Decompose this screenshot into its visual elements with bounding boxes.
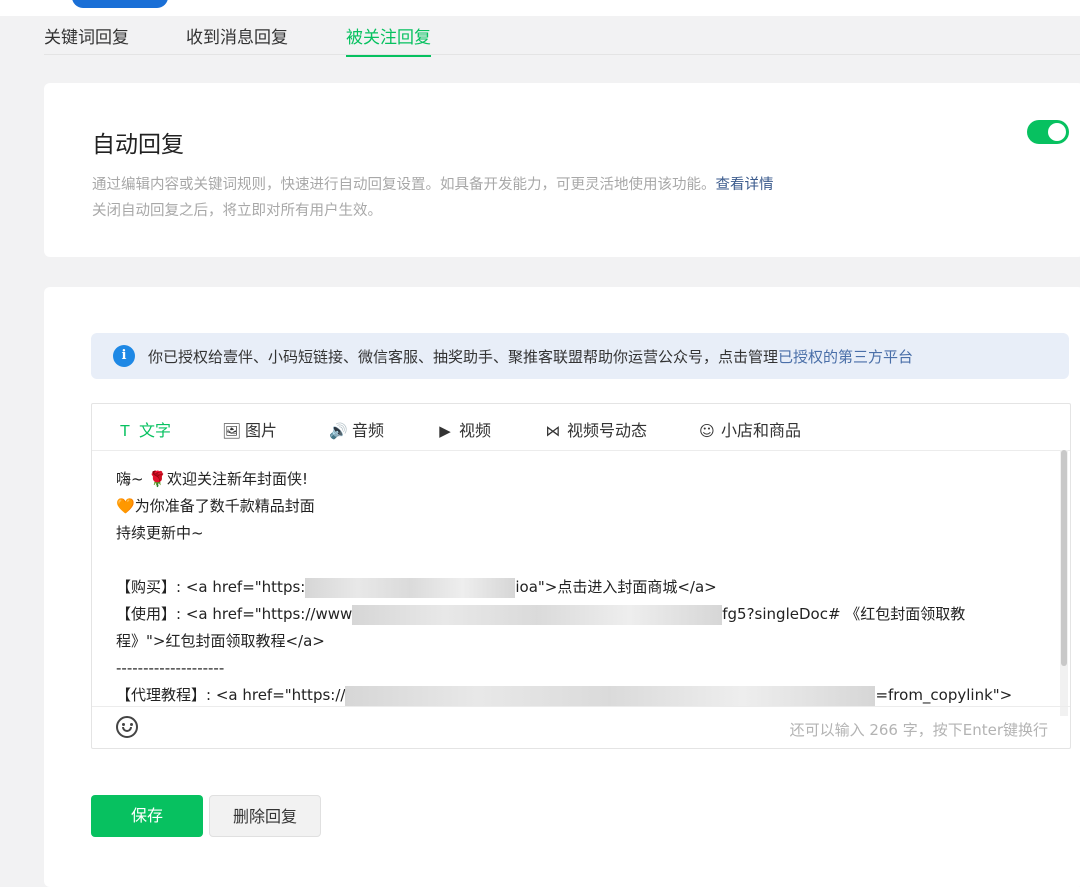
third-party-platform-link[interactable]: 已授权的第三方平台	[778, 348, 913, 366]
info-icon: i	[113, 345, 135, 367]
tab-keyword-reply[interactable]: 关键词回复	[44, 23, 129, 48]
tab-video[interactable]: ▶ 视频	[436, 417, 491, 441]
top-button[interactable]	[72, 0, 168, 8]
blurred-url	[352, 604, 723, 625]
tab-channels-post[interactable]: ⋈ 视频号动态	[544, 417, 648, 441]
tab-message-reply[interactable]: 收到消息回复	[186, 23, 288, 48]
reply-tabs: 关键词回复 收到消息回复 被关注回复	[44, 16, 1080, 57]
reply-editor-card: i 你已授权给壹伴、小码短链接、微信客服、抽奖助手、聚推客联盟帮助你运营公众号，…	[44, 287, 1080, 887]
auto-reply-toggle[interactable]	[1027, 120, 1069, 144]
auto-reply-note: 关闭自动回复之后，将立即对所有用户生效。	[92, 203, 382, 219]
tab-audio-label: 音频	[352, 421, 385, 440]
tab-image-label: 图片	[245, 421, 278, 440]
save-button[interactable]: 保存	[91, 795, 203, 837]
auto-reply-desc-text: 通过编辑内容或关键词规则，快速进行自动回复设置。如具备开发能力，可更灵活地使用该…	[92, 177, 716, 193]
delete-reply-button[interactable]: 删除回复	[209, 795, 321, 837]
tab-shop-products[interactable]: ☺ 小店和商品	[698, 417, 801, 441]
audio-icon: 🔊	[329, 422, 348, 440]
tab-text-label: 文字	[139, 421, 172, 440]
authorization-notice: i 你已授权给壹伴、小码短链接、微信客服、抽奖助手、聚推客联盟帮助你运营公众号，…	[91, 333, 1069, 379]
content-line: 嗨~ 🌹欢迎关注新年封面侠!	[116, 470, 309, 488]
auto-reply-title: 自动回复	[92, 132, 184, 158]
auto-reply-description: 通过编辑内容或关键词规则，快速进行自动回复设置。如具备开发能力，可更灵活地使用该…	[92, 173, 774, 194]
blurred-url	[345, 685, 876, 706]
image-icon: 🖼	[222, 422, 242, 440]
editor-footer: 还可以输入 266 字，按下Enter键换行	[92, 706, 1070, 749]
rose-emoji: 🌹	[148, 470, 168, 488]
scrollbar-thumb[interactable]	[1061, 450, 1067, 666]
tab-shop-label: 小店和商品	[721, 421, 802, 440]
video-icon: ▶	[439, 422, 451, 440]
content-line: 【使用】: <a href="https://www fg5?singleDoc#…	[116, 604, 966, 625]
toggle-knob	[1048, 123, 1066, 141]
shop-icon: ☺	[699, 422, 715, 440]
tab-video-label: 视频	[459, 421, 492, 440]
emoji-icon[interactable]	[116, 716, 138, 738]
content-line: 持续更新中~	[116, 524, 204, 542]
editor-type-tabs: T 文字 🖼 图片 🔊 音频 ▶ 视频 ⋈ 视频号动态 ☺ 小店和商品	[92, 404, 1070, 451]
blurred-url	[305, 577, 516, 598]
content-line-blank	[116, 547, 1016, 574]
top-bar	[0, 0, 1080, 16]
channels-icon: ⋈	[545, 422, 561, 440]
tab-text[interactable]: T 文字	[116, 417, 171, 441]
tab-audio[interactable]: 🔊 音频	[329, 417, 384, 441]
auto-reply-card: 自动回复 通过编辑内容或关键词规则，快速进行自动回复设置。如具备开发能力，可更灵…	[44, 83, 1080, 257]
heart-emoji: 🧡	[116, 497, 135, 515]
content-line: 【代理教程】: <a href="https://=from_copylink"…	[116, 685, 1013, 706]
notice-text: 你已授权给壹伴、小码短链接、微信客服、抽奖助手、聚推客联盟帮助你运营公众号，点击…	[148, 346, 913, 367]
content-line: 程》">红包封面领取教程</a>	[116, 632, 325, 650]
editor-scrollbar[interactable]	[1060, 450, 1068, 716]
tab-follow-reply[interactable]: 被关注回复	[346, 23, 431, 57]
notice-message: 你已授权给壹伴、小码短链接、微信客服、抽奖助手、聚推客联盟帮助你运营公众号，点击…	[148, 348, 779, 366]
content-line: 🧡为你准备了数千款精品封面	[116, 497, 315, 515]
reply-editor: T 文字 🖼 图片 🔊 音频 ▶ 视频 ⋈ 视频号动态 ☺ 小店和商品 嗨~ 🌹欢迎关注新年…	[91, 403, 1071, 749]
view-details-link[interactable]: 查看详情	[716, 177, 774, 193]
reply-text-area[interactable]: 嗨~ 🌹欢迎关注新年封面侠! 🧡为你准备了数千款精品封面 持续更新中~ 【购买】…	[116, 466, 1016, 709]
char-counter: 还可以输入 266 字，按下Enter键换行	[789, 721, 1048, 739]
tab-image[interactable]: 🖼 图片	[222, 417, 277, 441]
content-line: 【购买】: <a href="https: ioa">点击进入封面商城</a>	[116, 577, 717, 598]
text-icon: T	[120, 422, 130, 440]
content-line: --------------------	[116, 659, 225, 677]
tab-channels-label: 视频号动态	[567, 421, 648, 440]
